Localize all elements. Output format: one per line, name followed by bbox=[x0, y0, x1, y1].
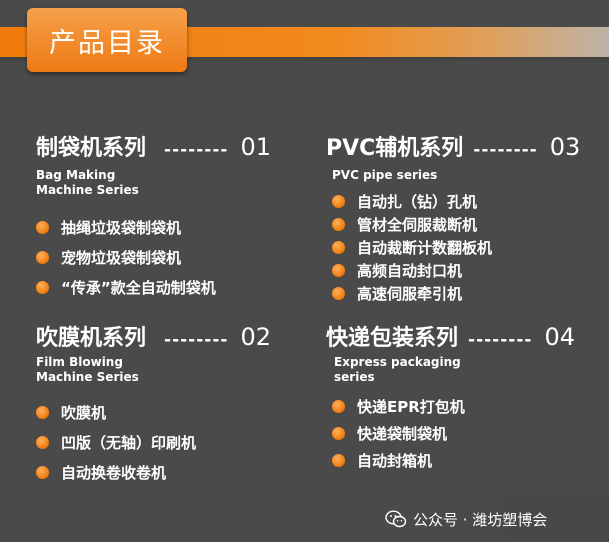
bullet-icon bbox=[332, 287, 345, 300]
footer-text: 公众号 · 潍坊塑博会 bbox=[413, 510, 548, 529]
item-label: 自动扎（钻）孔机 bbox=[357, 192, 478, 211]
section-express-packaging: 快递包装系列 -------- 04 Express packaging ser… bbox=[326, 320, 575, 474]
item-label: 高速伺服牵引机 bbox=[357, 285, 463, 303]
list-item: 自动扎（钻）孔机 bbox=[332, 189, 580, 213]
bullet-icon bbox=[36, 280, 49, 294]
product-list: 快递EPR打包机 快递袋制袋机 自动封箱机 bbox=[332, 393, 575, 474]
list-item: 高频自动封口机 bbox=[332, 259, 580, 282]
section-number: 03 bbox=[549, 133, 581, 161]
bullet-icon bbox=[36, 465, 49, 479]
section-dashes: -------- bbox=[473, 140, 538, 160]
section-heading: 快递包装系列 -------- 04 bbox=[326, 320, 575, 352]
list-item: 快递EPR打包机 bbox=[332, 393, 575, 420]
list-item: 凹版（无轴）印刷机 bbox=[36, 427, 271, 457]
section-subtitle: Bag Making Machine Series bbox=[36, 168, 139, 197]
bullet-icon bbox=[36, 250, 49, 264]
list-item: 管材全伺服裁断机 bbox=[332, 213, 580, 236]
product-list: 抽绳垃圾袋制袋机 宠物垃圾袋制袋机 “传承”款全自动制袋机 bbox=[36, 212, 271, 302]
list-item: 宠物垃圾袋制袋机 bbox=[36, 242, 271, 272]
section-bag-making: 制袋机系列 -------- 01 Bag Making Machine Ser… bbox=[36, 130, 271, 302]
item-label: 自动裁断计数翻板机 bbox=[357, 239, 493, 257]
section-heading: 吹膜机系列 -------- 02 bbox=[36, 320, 271, 352]
bullet-icon bbox=[36, 220, 49, 234]
bullet-icon bbox=[332, 264, 345, 277]
product-list: 自动扎（钻）孔机 管材全伺服裁断机 自动裁断计数翻板机 高频自动封口机 高速伺服… bbox=[332, 189, 580, 305]
item-label: 抽绳垃圾袋制袋机 bbox=[61, 218, 182, 237]
page-title: 产品目录 bbox=[49, 27, 165, 59]
section-title: 吹膜机系列 bbox=[36, 326, 147, 351]
item-label: 高频自动封口机 bbox=[357, 262, 463, 280]
bullet-icon bbox=[332, 218, 345, 231]
section-number: 04 bbox=[544, 323, 576, 351]
footer-watermark: 公众号 · 潍坊塑博会 bbox=[385, 505, 609, 533]
item-label: 宠物垃圾袋制袋机 bbox=[61, 248, 182, 267]
catalog-title-tab: 产品目录 bbox=[27, 8, 187, 72]
section-dashes: -------- bbox=[164, 140, 229, 160]
list-item: 吹膜机 bbox=[36, 397, 271, 427]
list-item: 自动封箱机 bbox=[332, 447, 575, 474]
section-film-blowing: 吹膜机系列 -------- 02 Film Blowing Machine S… bbox=[36, 320, 271, 487]
item-label: 管材全伺服裁断机 bbox=[357, 216, 478, 234]
section-pvc-auxiliary: PVC辅机系列 -------- 03 PVC pipe series 自动扎（… bbox=[326, 130, 580, 305]
list-item: 自动换卷收卷机 bbox=[36, 457, 271, 487]
bullet-icon bbox=[332, 241, 345, 254]
list-item: “传承”款全自动制袋机 bbox=[36, 272, 271, 302]
list-item: 快递袋制袋机 bbox=[332, 420, 575, 447]
section-heading: 制袋机系列 -------- 01 bbox=[36, 130, 271, 162]
section-number: 02 bbox=[240, 323, 272, 351]
item-label: 吹膜机 bbox=[61, 403, 107, 422]
item-label: “传承”款全自动制袋机 bbox=[61, 278, 216, 297]
section-title: 快递包装系列 bbox=[326, 326, 459, 351]
bullet-icon bbox=[332, 427, 345, 440]
item-label: 快递EPR打包机 bbox=[357, 398, 465, 416]
bullet-icon bbox=[36, 435, 49, 449]
item-label: 凹版（无轴）印刷机 bbox=[61, 433, 197, 452]
section-subtitle: Express packaging series bbox=[334, 355, 461, 384]
section-dashes: -------- bbox=[164, 330, 229, 350]
bullet-icon bbox=[332, 454, 345, 467]
list-item: 抽绳垃圾袋制袋机 bbox=[36, 212, 271, 242]
section-heading: PVC辅机系列 -------- 03 bbox=[326, 130, 580, 162]
bullet-icon bbox=[332, 194, 345, 208]
section-title: 制袋机系列 bbox=[36, 136, 147, 161]
item-label: 快递袋制袋机 bbox=[357, 425, 448, 443]
product-list: 吹膜机 凹版（无轴）印刷机 自动换卷收卷机 bbox=[36, 397, 271, 487]
wechat-icon bbox=[385, 510, 407, 528]
item-label: 自动换卷收卷机 bbox=[61, 463, 167, 482]
list-item: 高速伺服牵引机 bbox=[332, 282, 580, 305]
bullet-icon bbox=[36, 405, 49, 419]
section-subtitle: PVC pipe series bbox=[332, 168, 438, 182]
section-number: 01 bbox=[240, 133, 272, 161]
section-title: PVC辅机系列 bbox=[326, 136, 464, 161]
section-subtitle: Film Blowing Machine Series bbox=[36, 355, 139, 384]
list-item: 自动裁断计数翻板机 bbox=[332, 236, 580, 259]
item-label: 自动封箱机 bbox=[357, 452, 433, 470]
bullet-icon bbox=[332, 400, 345, 413]
section-dashes: -------- bbox=[468, 330, 533, 350]
